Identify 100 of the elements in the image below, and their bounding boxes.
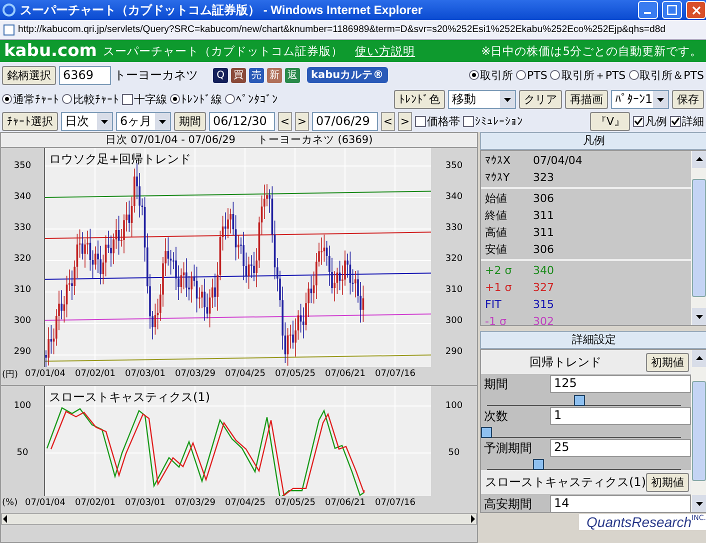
axis-tick: 07/03/01 — [125, 369, 166, 379]
trend-color-button[interactable]: ﾄﾚﾝﾄﾞ色 — [394, 90, 445, 108]
brand-name: QuantsResearch — [586, 514, 692, 530]
close-button[interactable] — [686, 1, 706, 19]
step-button[interactable]: < — [278, 112, 292, 130]
axis-tick: 310 — [14, 285, 32, 295]
slider-thumb[interactable] — [574, 395, 586, 406]
step-button[interactable]: < — [381, 112, 395, 130]
radio-button[interactable] — [225, 94, 235, 104]
step-button[interactable]: > — [398, 112, 412, 130]
axis-tick: 07/03/01 — [125, 498, 166, 508]
help-link[interactable]: 使い方説明 — [355, 44, 482, 58]
horizontal-scrollbar[interactable] — [1, 513, 477, 525]
page-icon — [3, 24, 15, 36]
browser-icon — [2, 3, 16, 17]
checkbox[interactable] — [463, 116, 474, 126]
chart-title: スローストキャスティクス(1) — [49, 389, 210, 406]
url-text: http://kabucom.qri.jp/servlets/Query?SRC=kabucom/new/chart&knumber=1186989&term=D&svr=s20%252Esi1%252Ekabu%252Eco%252Ejp&qhs=d8d — [18, 24, 666, 35]
v-button[interactable]: 『V』 — [590, 112, 630, 130]
update-notice: ※日中の株価は5分ごとの自動更新です。 — [481, 44, 702, 58]
param-label: 期間 — [484, 376, 509, 392]
checkbox[interactable] — [670, 116, 681, 126]
axis-tick: 300 — [14, 316, 32, 326]
slider-thumb[interactable] — [481, 427, 492, 438]
radio-button[interactable] — [516, 70, 526, 80]
param-field[interactable]: 14 — [550, 495, 691, 512]
caret-icon — [500, 90, 515, 108]
section-title: スローストキャスティクス(1) — [485, 474, 646, 490]
quick-button[interactable]: 買 — [231, 68, 246, 82]
legend-value: 306 — [533, 192, 554, 205]
axis-tick: 07/07/16 — [375, 369, 416, 379]
chart-select-button[interactable]: ﾁｬｰﾄ選択 — [2, 112, 58, 130]
clear-button[interactable]: クリア — [519, 90, 562, 108]
legend-label: ﾏｳｽY — [485, 171, 511, 184]
axis-tick: 290 — [14, 347, 32, 357]
vertical-scrollbar[interactable] — [691, 151, 706, 325]
param-field[interactable]: 125 — [550, 375, 691, 393]
radio-button[interactable] — [468, 70, 479, 80]
market-label: 取引所 — [480, 68, 513, 82]
pattern-select[interactable]: ﾊﾟﾀｰﾝ1 — [611, 90, 669, 108]
maximize-button[interactable] — [662, 1, 682, 19]
toggle-label: 凡例 — [645, 114, 667, 128]
step-button[interactable]: > — [295, 112, 309, 130]
minimize-button[interactable] — [638, 1, 658, 19]
quick-button[interactable]: 返 — [285, 68, 300, 82]
checkbox[interactable] — [633, 116, 644, 126]
quick-button[interactable]: 新 — [267, 68, 282, 82]
param-label: 次数 — [484, 408, 509, 424]
reset-button[interactable]: 初期値 — [646, 472, 689, 492]
radio-button[interactable] — [2, 94, 12, 104]
stock-code-field[interactable]: 6369 — [59, 66, 111, 84]
chart-mode-label: 比較ﾁｬｰﾄ — [73, 92, 119, 106]
caret-icon — [692, 350, 706, 367]
reset-button[interactable]: 初期値 — [646, 352, 689, 372]
stock-select-button[interactable]: 銘柄選択 — [2, 66, 56, 84]
trend-select[interactable]: 移動 — [448, 90, 516, 108]
market-label: 取引所＆PTS — [640, 68, 704, 82]
param-field[interactable]: 1 — [550, 407, 691, 425]
legend-label: 安値 — [485, 242, 508, 257]
axis-tick: 290 — [445, 347, 463, 357]
quick-button[interactable]: Q — [213, 68, 228, 82]
karte-button[interactable]: kabuカルテ® — [307, 67, 388, 83]
scroll-right-icon — [470, 515, 476, 523]
axis-tick: 07/05/25 — [275, 498, 316, 508]
axis-tick: 07/02/01 — [75, 498, 116, 508]
save-button[interactable]: 保存 — [672, 90, 704, 108]
period-button[interactable]: 期間 — [174, 112, 206, 130]
axis-tick: 07/06/21 — [325, 369, 366, 379]
axis-tick: 330 — [445, 223, 463, 233]
end-date-field[interactable]: 07/06/29 — [312, 112, 378, 130]
legend-label: 終値 — [485, 208, 508, 223]
radio-button[interactable] — [628, 70, 639, 80]
axis-tick: 320 — [445, 254, 463, 264]
start-date-field[interactable]: 06/12/30 — [209, 112, 275, 130]
axis-unit: (%) — [1, 498, 19, 508]
checkbox[interactable] — [122, 94, 133, 104]
quick-button[interactable]: 売 — [249, 68, 264, 82]
redraw-button[interactable]: 再描画 — [565, 90, 608, 108]
axis-tick: 07/07/16 — [375, 498, 416, 508]
axis-tick: 07/01/04 — [25, 369, 66, 379]
radio-button[interactable] — [62, 94, 72, 104]
vertical-scrollbar[interactable] — [691, 350, 706, 512]
chart-title: ロウソク足+回帰トレンド — [49, 151, 192, 168]
param-label: 高安期間 — [484, 496, 533, 512]
axis-unit: (円) — [1, 368, 20, 380]
legend-value: 340 — [533, 264, 554, 277]
caret-icon — [692, 151, 706, 168]
option-label: 価格帯 — [427, 114, 460, 128]
radio-button[interactable] — [550, 70, 560, 80]
span-select[interactable]: 6ヶ月 — [116, 112, 171, 130]
checkbox[interactable] — [415, 116, 426, 126]
radio-button[interactable] — [170, 94, 180, 104]
axis-tick: 07/05/25 — [275, 369, 316, 379]
maximize-icon — [667, 5, 677, 15]
caret-icon — [692, 308, 706, 325]
chart-mode-label: 通常ﾁｬｰﾄ — [13, 92, 59, 106]
param-field[interactable]: 25 — [550, 439, 691, 457]
interval-select[interactable]: 日次 — [61, 112, 113, 130]
slider-thumb[interactable] — [533, 459, 544, 470]
caret-icon — [692, 495, 706, 512]
